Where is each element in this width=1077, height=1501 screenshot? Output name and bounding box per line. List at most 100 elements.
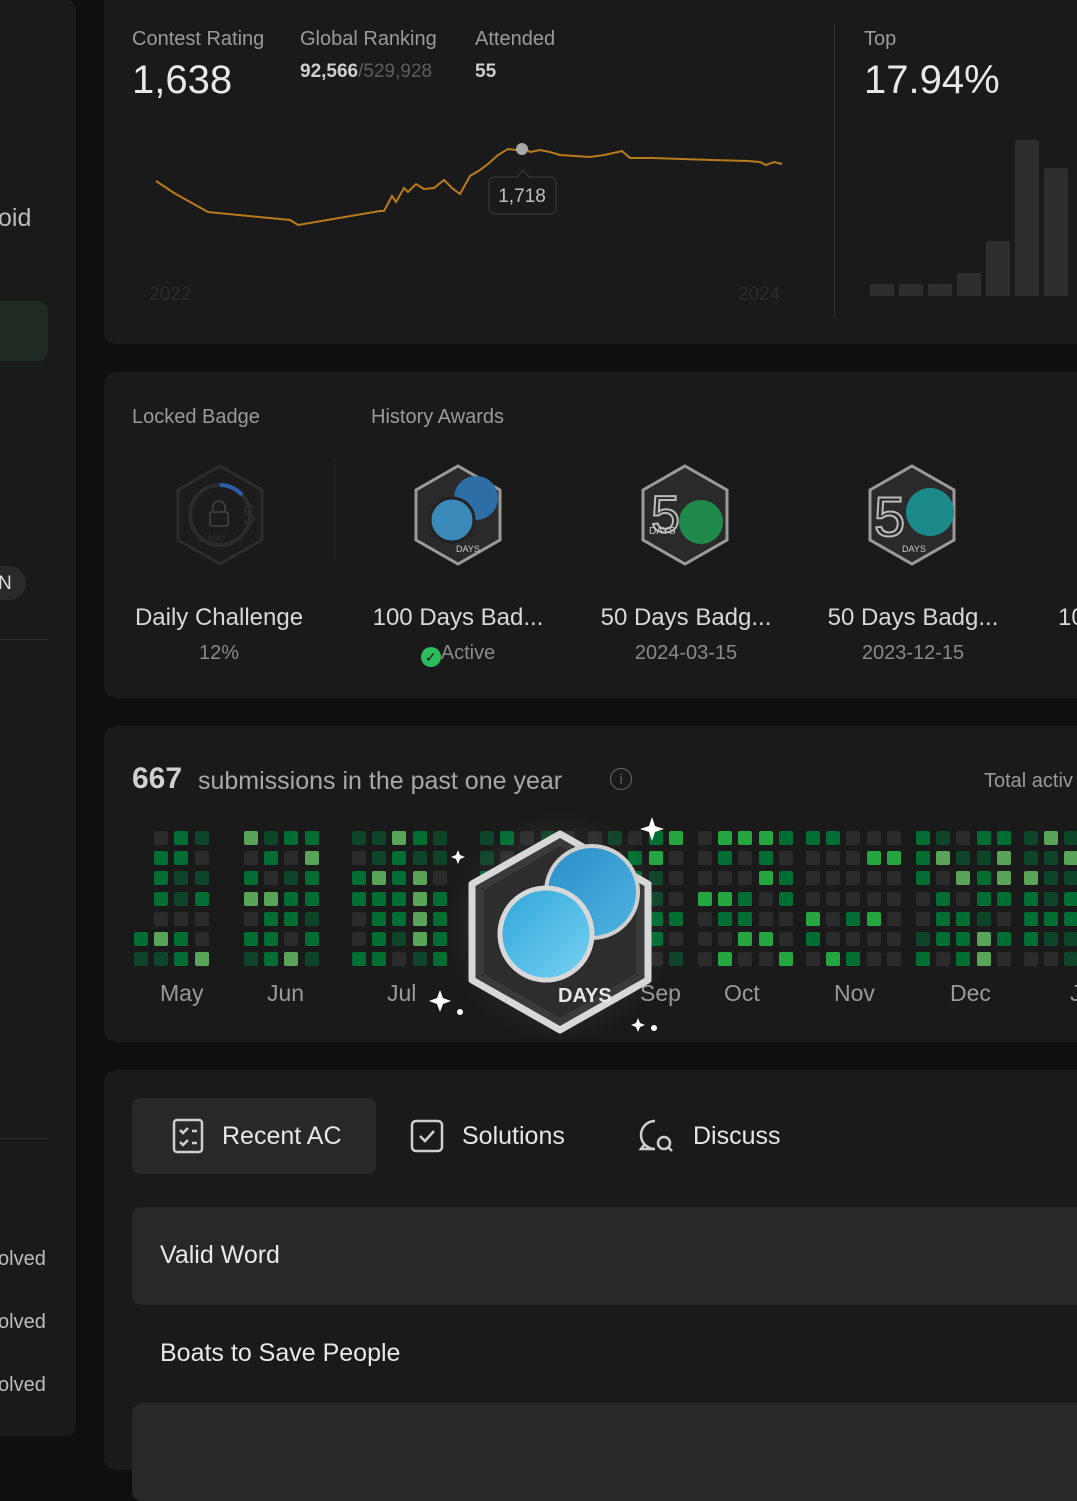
heatmap-cell[interactable] (996, 851, 1011, 866)
heatmap-cell[interactable] (392, 831, 407, 845)
heatmap-cell[interactable] (1024, 851, 1038, 866)
heatmap-cell[interactable] (806, 932, 820, 946)
heatmap-cell[interactable] (154, 932, 169, 946)
heatmap-cell[interactable] (372, 952, 387, 967)
heatmap-cell[interactable] (668, 851, 683, 866)
heatmap-cell[interactable] (174, 891, 189, 906)
heatmap-cell[interactable] (698, 952, 712, 967)
heatmap-cell[interactable] (866, 952, 881, 967)
heatmap-cell[interactable] (264, 891, 279, 906)
heatmap-cell[interactable] (846, 871, 861, 886)
heatmap-cell[interactable] (352, 932, 366, 946)
heatmap-cell[interactable] (1024, 952, 1038, 967)
heatmap-cell[interactable] (846, 831, 861, 845)
heatmap-cell[interactable] (304, 911, 319, 926)
heatmap-cell[interactable] (668, 952, 683, 967)
heatmap-cell[interactable] (304, 932, 319, 946)
heatmap-cell[interactable] (738, 911, 753, 926)
heatmap-cell[interactable] (916, 891, 930, 906)
heatmap-cell[interactable] (778, 911, 793, 926)
heatmap-cell[interactable] (154, 891, 169, 906)
heatmap-cell[interactable] (264, 952, 279, 967)
heatmap-cell[interactable] (244, 871, 258, 886)
heatmap-cell[interactable] (738, 851, 753, 866)
heatmap-cell[interactable] (304, 871, 319, 886)
award-50-days-badge[interactable]: 5 DAYS (637, 462, 733, 568)
heatmap-cell[interactable] (392, 891, 407, 906)
heatmap-cell[interactable] (1064, 871, 1077, 886)
heatmap-cell[interactable] (718, 851, 733, 866)
heatmap-cell[interactable] (936, 891, 951, 906)
heatmap-cell[interactable] (194, 891, 209, 906)
heatmap-cell[interactable] (284, 911, 299, 926)
heatmap-cell[interactable] (778, 891, 793, 906)
heatmap-cell[interactable] (826, 831, 841, 845)
heatmap-cell[interactable] (1044, 871, 1059, 886)
heatmap-cell[interactable] (134, 952, 148, 967)
heatmap-cell[interactable] (956, 911, 971, 926)
heatmap-cell[interactable] (718, 911, 733, 926)
heatmap-cell[interactable] (668, 831, 683, 845)
heatmap-cell[interactable] (936, 831, 951, 845)
heatmap-cell[interactable] (916, 911, 930, 926)
heatmap-cell[interactable] (668, 911, 683, 926)
heatmap-cell[interactable] (936, 871, 951, 886)
heatmap-cell[interactable] (886, 932, 901, 946)
list-item[interactable]: Boats to Save People (132, 1305, 1077, 1403)
heatmap-cell[interactable] (1064, 891, 1077, 906)
heatmap-cell[interactable] (886, 831, 901, 845)
heatmap-cell[interactable] (936, 911, 951, 926)
heatmap-cell[interactable] (866, 871, 881, 886)
heatmap-cell[interactable] (304, 952, 319, 967)
heatmap-cell[interactable] (886, 891, 901, 906)
heatmap-cell[interactable] (1024, 831, 1038, 845)
list-item[interactable]: Valid Word (132, 1207, 1077, 1305)
heatmap-cell[interactable] (806, 891, 820, 906)
heatmap-cell[interactable] (1044, 831, 1059, 845)
heatmap-cell[interactable] (1044, 952, 1059, 967)
heatmap-cell[interactable] (392, 952, 407, 967)
heatmap-cell[interactable] (916, 932, 930, 946)
heatmap-cell[interactable] (866, 831, 881, 845)
heatmap-cell[interactable] (758, 952, 773, 967)
heatmap-cell[interactable] (1064, 932, 1077, 946)
heatmap-cell[interactable] (916, 871, 930, 886)
heatmap-cell[interactable] (936, 932, 951, 946)
heatmap-cell[interactable] (392, 932, 407, 946)
heatmap-cell[interactable] (194, 911, 209, 926)
heatmap-cell[interactable] (194, 851, 209, 866)
heatmap-cell[interactable] (194, 871, 209, 886)
heatmap-cell[interactable] (778, 871, 793, 886)
sidebar-pill[interactable]: N (0, 566, 26, 600)
heatmap-cell[interactable] (866, 911, 881, 926)
heatmap-cell[interactable] (956, 952, 971, 967)
heatmap-cell[interactable] (352, 871, 366, 886)
tab-discuss[interactable]: Discuss (637, 1098, 781, 1174)
heatmap-cell[interactable] (956, 871, 971, 886)
heatmap-cell[interactable] (916, 851, 930, 866)
heatmap-cell[interactable] (976, 952, 991, 967)
heatmap-cell[interactable] (976, 891, 991, 906)
heatmap-cell[interactable] (778, 851, 793, 866)
heatmap-cell[interactable] (392, 871, 407, 886)
heatmap-cell[interactable] (916, 831, 930, 845)
heatmap-cell[interactable] (668, 932, 683, 946)
award-100-days-badge[interactable]: DAYS (410, 462, 506, 568)
heatmap-cell[interactable] (194, 952, 209, 967)
heatmap-cell[interactable] (698, 911, 712, 926)
heatmap-cell[interactable] (264, 851, 279, 866)
heatmap-cell[interactable] (284, 891, 299, 906)
heatmap-cell[interactable] (244, 891, 258, 906)
heatmap-cell[interactable] (866, 932, 881, 946)
heatmap-cell[interactable] (806, 911, 820, 926)
heatmap-cell[interactable] (758, 911, 773, 926)
heatmap-cell[interactable] (936, 952, 951, 967)
list-item[interactable] (132, 1403, 1077, 1501)
heatmap-cell[interactable] (174, 952, 189, 967)
heatmap-cell[interactable] (826, 891, 841, 906)
heatmap-cell[interactable] (778, 831, 793, 845)
heatmap-cell[interactable] (806, 952, 820, 967)
heatmap-cell[interactable] (264, 871, 279, 886)
heatmap-cell[interactable] (778, 932, 793, 946)
heatmap-cell[interactable] (134, 932, 148, 946)
